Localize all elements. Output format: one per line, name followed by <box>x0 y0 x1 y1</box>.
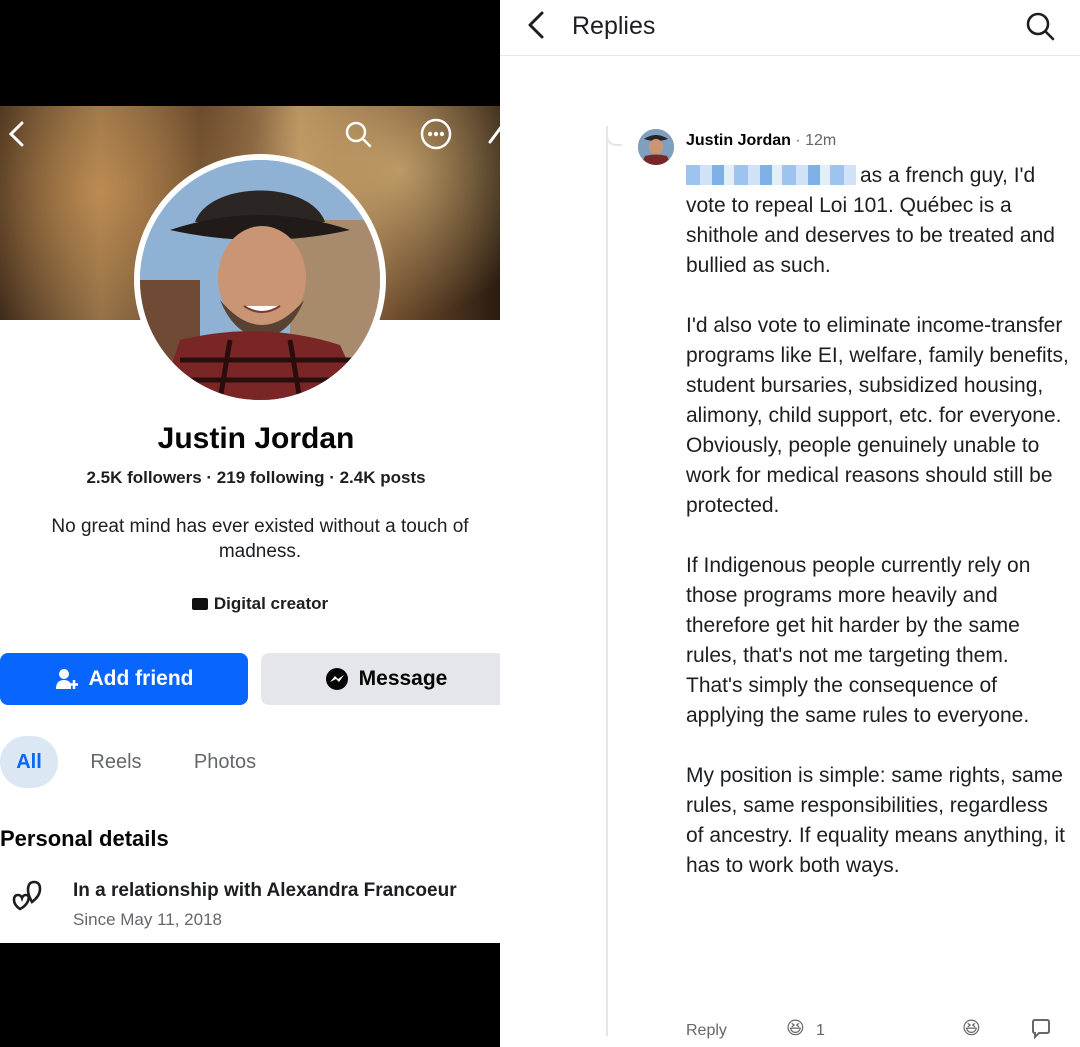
comment-body: as a french guy, I'd vote to repeal Loi … <box>686 161 1070 911</box>
profile-bio: No great mind has ever existed without a… <box>51 516 469 562</box>
add-friend-button[interactable]: Add friend <box>0 653 248 705</box>
message-button[interactable]: Message <box>261 653 500 705</box>
comment-paragraph: If Indigenous people currently rely on t… <box>686 554 1031 727</box>
comment-header: Justin Jordan · 12m <box>686 132 836 150</box>
back-icon[interactable] <box>0 118 32 150</box>
profile-category: Digital creator <box>0 594 500 614</box>
replies-header: Replies <box>500 0 1080 56</box>
add-friend-label: Add friend <box>88 667 194 690</box>
relationship-status[interactable]: In a relationship with Alexandra Francoe… <box>73 880 457 902</box>
replies-screenshot: Replies Justin Jordan · 12m as a french … <box>500 0 1080 1047</box>
thread-connector <box>606 126 622 146</box>
personal-details-title: Personal details <box>0 826 169 851</box>
message-label: Message <box>358 667 448 690</box>
messenger-icon <box>325 668 348 690</box>
redacted-mention <box>686 165 856 185</box>
briefcase-icon <box>191 598 208 610</box>
back-arrow-icon[interactable] <box>522 10 552 40</box>
comment-paragraph: as a french guy, I'd vote to repeal Loi … <box>686 164 1055 277</box>
add-person-icon <box>55 669 78 689</box>
comment-paragraph: I'd also vote to eliminate income-transf… <box>686 314 1069 517</box>
search-icon[interactable] <box>342 118 374 150</box>
page-title: Replies <box>572 12 656 40</box>
comment-time: · 12m <box>795 132 837 149</box>
category-label: Digital creator <box>213 594 329 613</box>
reply-button[interactable]: Reply <box>686 1022 727 1040</box>
comment-author[interactable]: Justin Jordan <box>686 132 791 149</box>
profile-name: Justin Jordan <box>157 422 355 455</box>
tab-reels[interactable]: Reels <box>80 736 152 788</box>
reaction-count: 1 <box>816 1022 825 1039</box>
tab-all[interactable]: All <box>0 736 58 788</box>
laugh-reaction-icon[interactable]: 😆 <box>786 1018 805 1039</box>
relationship-since: Since May 11, 2018 <box>73 910 222 929</box>
thread-line <box>606 126 608 1036</box>
profile-tabs: All Reels Photos <box>0 736 500 788</box>
laugh-react-button-icon[interactable]: 😆 <box>962 1018 981 1039</box>
profile-stats[interactable]: 2.5K followers · 219 following · 2.4K po… <box>0 468 500 488</box>
tab-photos[interactable]: Photos <box>180 736 270 788</box>
more-options-icon[interactable] <box>420 118 452 150</box>
comment-bubble-icon[interactable] <box>1030 1018 1052 1040</box>
comment-actions: Reply 😆 1 😆 <box>686 1018 1056 1047</box>
profile-page: Justin Jordan 2.5K followers · 219 follo… <box>0 106 500 943</box>
relationship-hearts-icon <box>12 880 42 911</box>
search-icon[interactable] <box>1024 10 1056 42</box>
comment-paragraph: My position is simple: same rights, same… <box>686 764 1065 877</box>
comment-avatar[interactable] <box>638 129 674 165</box>
edit-icon[interactable] <box>480 118 500 150</box>
profile-avatar[interactable] <box>140 160 380 400</box>
profile-screenshot: Justin Jordan 2.5K followers · 219 follo… <box>0 0 500 1047</box>
